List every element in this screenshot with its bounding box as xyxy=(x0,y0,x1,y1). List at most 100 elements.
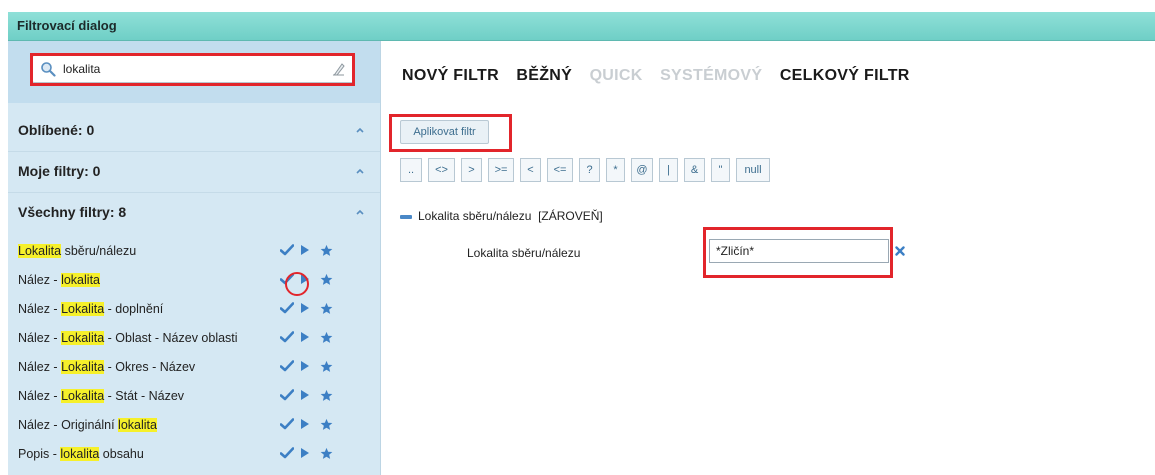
operator-button[interactable]: > xyxy=(461,158,482,182)
check-icon[interactable] xyxy=(280,418,294,430)
check-icon[interactable] xyxy=(280,389,294,401)
filter-item-label-post: obsahu xyxy=(99,447,144,461)
star-icon[interactable] xyxy=(320,244,333,257)
filter-item-highlight: lokalita xyxy=(118,418,157,432)
operator-button[interactable]: & xyxy=(684,158,705,182)
filter-item-label: Nález - Lokalita - doplnění xyxy=(18,302,163,316)
tab-quick: QUICK xyxy=(589,67,643,84)
filter-item-label: Nález - Originální lokalita xyxy=(18,418,157,432)
filter-tabs: NOVÝ FILTR BĚŽNÝ QUICK SYSTÉMOVÝ CELKOVÝ… xyxy=(402,67,923,85)
play-icon[interactable] xyxy=(300,244,310,256)
filter-item-label: Nález - Lokalita - Stát - Název xyxy=(18,389,184,403)
operator-button[interactable]: null xyxy=(736,158,770,182)
section-all-filters[interactable]: Všechny filtry: 8 xyxy=(8,193,380,233)
play-icon[interactable] xyxy=(300,302,310,314)
check-icon[interactable] xyxy=(280,244,294,256)
check-icon[interactable] xyxy=(280,447,294,459)
filter-item-label: Lokalita sběru/nálezu xyxy=(18,244,136,258)
filter-item-highlight: Lokalita xyxy=(18,244,62,258)
chevron-up-icon[interactable] xyxy=(356,127,364,133)
section-my-filters-label: Moje filtry: 0 xyxy=(18,163,101,179)
operator-button[interactable]: <= xyxy=(547,158,573,182)
filter-item-label-pre: Nález - xyxy=(18,389,62,403)
filter-item-actions xyxy=(280,418,350,432)
filter-item-label-pre: Nález - xyxy=(18,331,62,345)
operator-button[interactable]: >= xyxy=(488,158,514,182)
filter-item-highlight: Lokalita xyxy=(61,389,105,403)
operator-button[interactable]: ? xyxy=(579,158,600,182)
filter-list-item[interactable]: Nález - Originální lokalita xyxy=(8,410,380,439)
filter-item-label-post: - Okres - Název xyxy=(104,360,196,374)
filter-item-label-pre: Nález - xyxy=(18,302,62,316)
star-icon[interactable] xyxy=(320,389,333,402)
filter-list-item[interactable]: Nález - Lokalita - doplnění xyxy=(8,294,380,323)
check-icon[interactable] xyxy=(280,360,294,372)
filter-list-item[interactable]: Nález - Lokalita - Oblast - Název oblast… xyxy=(8,323,380,352)
dialog-title: Filtrovací dialog xyxy=(17,18,117,33)
operator-button[interactable]: " xyxy=(711,158,730,182)
filter-item-label: Nález - lokalita xyxy=(18,273,100,287)
filter-item-label-post: - Oblast - Název oblasti xyxy=(104,331,238,345)
condition-group-label: Lokalita sběru/nálezu xyxy=(418,209,532,223)
operator-button[interactable]: <> xyxy=(428,158,455,182)
play-icon[interactable] xyxy=(300,389,310,401)
tab-total-filter[interactable]: CELKOVÝ FILTR xyxy=(780,67,910,85)
tab-system: SYSTÉMOVÝ xyxy=(660,67,763,84)
chevron-up-icon[interactable] xyxy=(356,168,364,174)
filter-item-actions xyxy=(280,302,350,316)
filter-list-item[interactable]: Nález - lokalita xyxy=(8,265,380,294)
annotation-box-search xyxy=(30,53,355,86)
star-icon[interactable] xyxy=(320,360,333,373)
filter-item-label-pre: Nález - Originální xyxy=(18,418,119,432)
star-icon[interactable] xyxy=(320,418,333,431)
operator-button[interactable]: * xyxy=(606,158,625,182)
section-all-filters-label: Všechny filtry: 8 xyxy=(18,204,127,220)
filter-item-label: Popis - lokalita obsahu xyxy=(18,447,144,461)
filter-item-label: Nález - Lokalita - Okres - Název xyxy=(18,360,195,374)
play-icon[interactable] xyxy=(300,418,310,430)
operator-button[interactable]: .. xyxy=(400,158,422,182)
filter-list-item[interactable]: Popis - lokalita obsahu xyxy=(8,439,380,468)
dialog-title-bar: Filtrovací dialog xyxy=(8,12,1155,41)
star-icon[interactable] xyxy=(320,447,333,460)
play-icon[interactable] xyxy=(300,360,310,372)
annotation-circle-check xyxy=(285,272,309,296)
tab-new-filter[interactable]: NOVÝ FILTR xyxy=(402,67,499,85)
operator-button[interactable]: | xyxy=(659,158,678,182)
operator-button[interactable]: < xyxy=(520,158,541,182)
annotation-box-value xyxy=(703,227,893,278)
filter-list-item[interactable]: Nález - Lokalita - Okres - Název xyxy=(8,352,380,381)
filter-item-label: Nález - Lokalita - Oblast - Název oblast… xyxy=(18,331,238,345)
chevron-up-icon[interactable] xyxy=(356,209,364,215)
operator-button[interactable]: @ xyxy=(631,158,653,182)
star-icon[interactable] xyxy=(320,302,333,315)
filter-item-highlight: lokalita xyxy=(60,447,100,461)
check-icon[interactable] xyxy=(280,302,294,314)
left-edge xyxy=(0,0,8,475)
remove-condition-icon[interactable] xyxy=(895,246,905,256)
tab-common[interactable]: BĚŽNÝ xyxy=(516,67,572,85)
filter-item-label-post: sběru/nálezu xyxy=(61,244,137,258)
filter-list-item[interactable]: Lokalita sběru/nálezu xyxy=(8,236,380,265)
section-favorites[interactable]: Oblíbené: 0 xyxy=(8,111,380,152)
collapse-icon[interactable] xyxy=(400,214,412,219)
star-icon[interactable] xyxy=(320,331,333,344)
condition-field-label: Lokalita sběru/nálezu xyxy=(467,246,581,260)
check-icon[interactable] xyxy=(280,331,294,343)
filter-item-label-post: - doplnění xyxy=(104,302,164,316)
play-icon[interactable] xyxy=(300,447,310,459)
filter-item-actions xyxy=(280,331,350,345)
filter-item-label-post: - Stát - Název xyxy=(104,389,185,403)
filter-item-highlight: Lokalita xyxy=(61,360,105,374)
filter-item-highlight: lokalita xyxy=(61,273,100,287)
section-my-filters[interactable]: Moje filtry: 0 xyxy=(8,152,380,193)
star-icon[interactable] xyxy=(320,273,333,286)
section-favorites-label: Oblíbené: 0 xyxy=(18,122,95,138)
filter-main-panel: NOVÝ FILTR BĚŽNÝ QUICK SYSTÉMOVÝ CELKOVÝ… xyxy=(381,41,1155,475)
annotation-box-apply xyxy=(389,114,512,152)
filter-item-actions xyxy=(280,389,350,403)
filter-list-item[interactable]: Nález - Lokalita - Stát - Název xyxy=(8,381,380,410)
condition-group-mode: [ZÁROVEŇ] xyxy=(538,209,603,223)
filter-item-highlight: Lokalita xyxy=(61,302,105,316)
play-icon[interactable] xyxy=(300,331,310,343)
